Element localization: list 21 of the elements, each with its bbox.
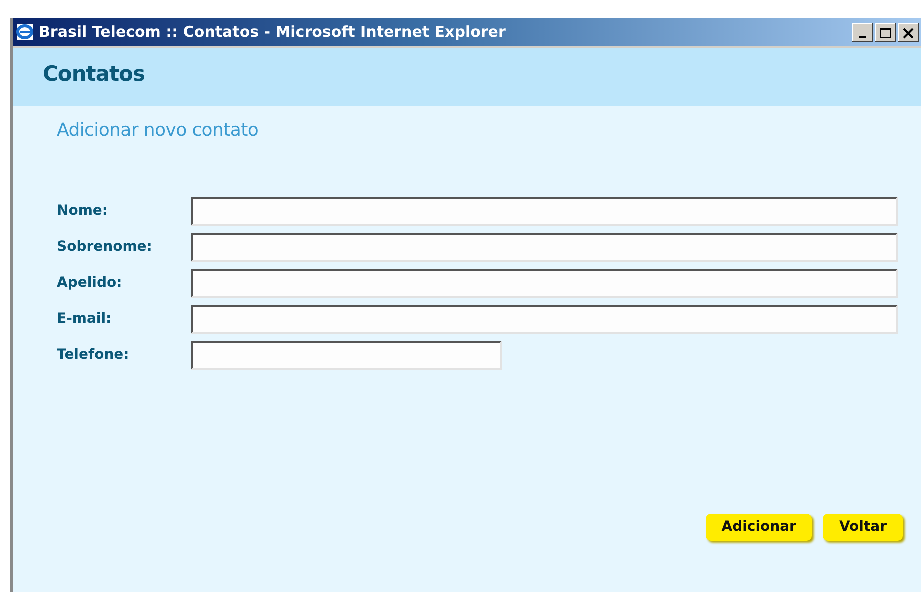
close-icon (901, 26, 916, 40)
minimize-icon (859, 36, 866, 38)
minimize-button[interactable] (852, 23, 873, 42)
field-label: Telefone: (57, 346, 130, 366)
browser-icon (15, 22, 35, 42)
maximize-button[interactable] (875, 23, 896, 42)
close-button[interactable] (898, 23, 919, 42)
input-field[interactable] (191, 233, 898, 262)
input-field[interactable] (191, 341, 502, 370)
input-field[interactable] (191, 197, 898, 226)
page-title: Contatos (43, 62, 146, 88)
action-button[interactable]: Voltar (823, 514, 903, 541)
action-button[interactable]: Adicionar (706, 514, 812, 541)
field-label: Apelido: (57, 274, 124, 294)
form-title: Adicionar novo contato (57, 120, 260, 142)
input-field[interactable] (191, 269, 898, 298)
input-field[interactable] (191, 305, 898, 334)
field-label: Nome: (57, 202, 110, 222)
field-label: E-mail: (57, 310, 113, 330)
window-title: Brasil Telecom :: Contatos - Microsoft Internet Explorer (39, 22, 506, 43)
field-label: Sobrenome: (57, 238, 154, 258)
